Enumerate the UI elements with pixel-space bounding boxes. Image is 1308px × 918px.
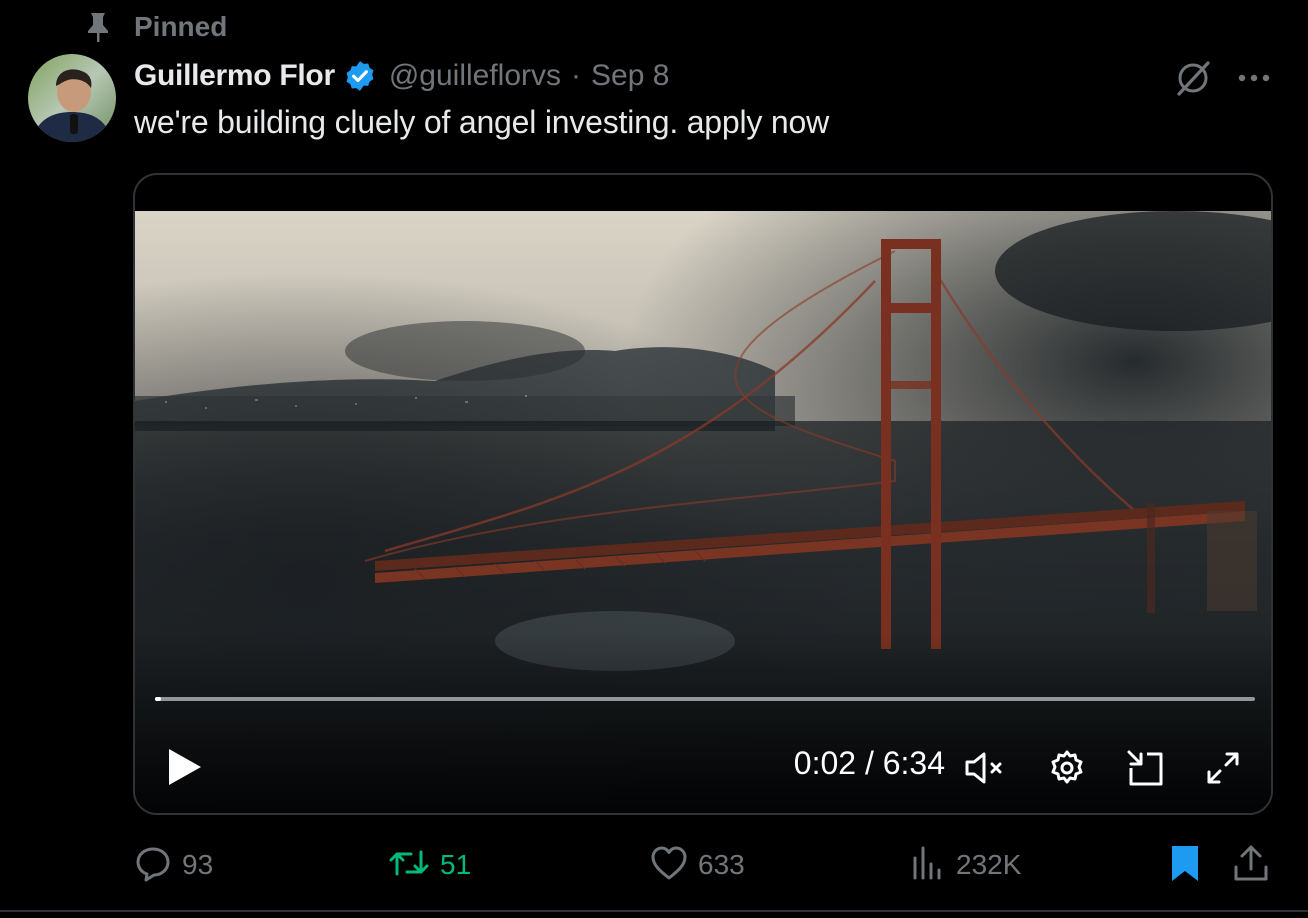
video-thumbnail: [135, 211, 1271, 813]
heart-icon: [650, 845, 688, 886]
verified-badge-icon[interactable]: [343, 59, 377, 93]
pinned-indicator: Pinned: [84, 10, 227, 44]
tweet-header: Guillermo Flor @guilleflorvs · Sep 8: [134, 54, 669, 98]
tweet-text: we're building cluely of angel investing…: [134, 104, 830, 140]
picture-in-picture-icon[interactable]: [1121, 745, 1169, 791]
repost-icon: [388, 844, 430, 887]
views-button[interactable]: 232K: [910, 840, 1021, 890]
share-icon: [1232, 843, 1270, 888]
video-progress-fill: [155, 697, 161, 701]
video-progress-bar[interactable]: [155, 697, 1255, 701]
grok-icon[interactable]: [1172, 58, 1214, 98]
play-icon[interactable]: [163, 743, 207, 791]
bookmark-filled-icon: [1168, 843, 1202, 888]
views-chart-icon: [910, 844, 946, 887]
settings-gear-icon[interactable]: [1043, 745, 1091, 791]
like-button[interactable]: 633: [650, 840, 745, 890]
video-player[interactable]: 0:02 / 6:34: [133, 173, 1273, 815]
video-frame[interactable]: [135, 211, 1271, 813]
reply-count: 93: [182, 849, 214, 880]
reply-icon: [134, 844, 172, 887]
share-button[interactable]: [1232, 840, 1270, 890]
tweet-card[interactable]: Pinned Guillermo Flor @guilleflorvs · Se…: [0, 0, 1308, 912]
more-options-icon[interactable]: [1234, 58, 1274, 98]
volume-muted-icon[interactable]: [961, 745, 1009, 791]
pinned-label: Pinned: [134, 11, 228, 42]
tweet-date[interactable]: Sep 8: [591, 59, 669, 93]
bookmark-button[interactable]: [1168, 840, 1202, 890]
separator-dot: ·: [571, 59, 582, 92]
video-time-display: 0:02 / 6:34: [793, 745, 945, 781]
engagement-bar: 93 51 633 232K: [134, 840, 1274, 890]
pin-icon: [84, 11, 112, 43]
repost-count: 51: [440, 849, 472, 880]
author-handle[interactable]: @guilleflorvs: [389, 59, 561, 93]
author-display-name[interactable]: Guillermo Flor: [134, 59, 335, 93]
like-count: 633: [698, 849, 745, 880]
fullscreen-icon[interactable]: [1199, 745, 1247, 791]
reply-button[interactable]: 93: [134, 840, 213, 890]
view-count: 232K: [956, 849, 1022, 880]
repost-button[interactable]: 51: [388, 840, 471, 890]
avatar[interactable]: [28, 54, 116, 142]
